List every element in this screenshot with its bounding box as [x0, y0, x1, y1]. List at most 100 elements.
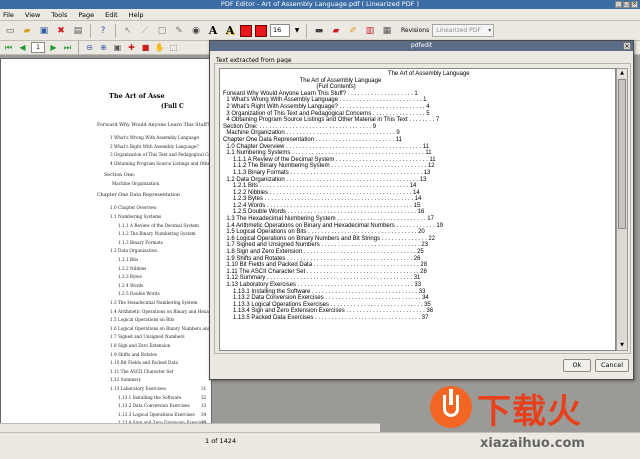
text-line: The Art of Assembly Language	[223, 77, 382, 84]
text-line: Section One: . . . . . . . . . . . . . .…	[223, 123, 377, 130]
vertical-scrollbar[interactable]: ▲ ▼	[616, 68, 628, 351]
open-folder-icon[interactable]: ▰	[20, 24, 34, 38]
text-line: 1.13.3 Logical Operations Exercises . . …	[223, 301, 431, 308]
pen-tool-icon[interactable]: ✎	[172, 24, 186, 38]
delete-page-icon[interactable]: ■	[140, 42, 151, 53]
page-subtitle: (Full C	[161, 103, 184, 110]
zoom-out-icon[interactable]: ⊖	[84, 42, 95, 53]
cancel-button[interactable]: Cancel	[595, 359, 629, 372]
font-size-dropdown-icon[interactable]: ▼	[293, 24, 301, 37]
text-line: 1.1.3 Binary Formats . . . . . . . . . .…	[223, 169, 431, 176]
print-icon[interactable]: ▤	[71, 24, 85, 38]
font-style-icon[interactable]: A	[223, 24, 237, 38]
toc-page-number: 32	[201, 394, 207, 400]
text-line: Chapter One Data Representation . . . . …	[223, 136, 402, 143]
dialog-title-bar: pdfedit ×	[210, 41, 633, 51]
toc-line: 1.4 Arithmetic Operations on Binary and …	[110, 308, 212, 314]
toc-line: 1.13.3 Logical Operations Exercises	[118, 411, 195, 417]
toc-line: 1.1 Numbering Systems	[110, 214, 162, 219]
font-size-field[interactable]: 16	[270, 24, 290, 37]
line-tool-icon[interactable]: ⟋	[138, 24, 152, 38]
extracted-text-area[interactable]: The Art of Assembly Language The Art of …	[219, 68, 616, 351]
text-line: 1.5 Logical Operations on Bits . . . . .…	[223, 229, 425, 236]
menu-page[interactable]: Page	[78, 11, 94, 19]
watermark-domain: xiazaihuo.com	[480, 436, 585, 451]
text-frame: The Art of Assembly Language The Art of …	[214, 63, 631, 354]
rectangle-tool-icon[interactable]: ▢	[155, 24, 169, 38]
toc-line: 1.1.1 A Review of the Decimal System	[118, 222, 199, 228]
revisions-select[interactable]: Linearized PDF ▾	[432, 24, 495, 37]
attachment-icon[interactable]: ▦	[380, 24, 394, 38]
scroll-thumb[interactable]	[618, 79, 626, 229]
scroll-down-icon[interactable]: ▼	[617, 341, 627, 350]
fit-page-icon[interactable]: ▣	[112, 42, 123, 53]
last-page-icon[interactable]: ⏭	[62, 42, 73, 53]
minimize-button[interactable]: _	[615, 1, 622, 8]
select-tool-icon[interactable]: ⬚	[168, 42, 179, 53]
text-line: 1.2.5 Double Words . . . . . . . . . . .…	[223, 209, 425, 216]
maximize-button[interactable]: □	[623, 1, 630, 8]
next-page-icon[interactable]: ▶	[48, 42, 59, 53]
scroll-up-icon[interactable]: ▲	[617, 69, 627, 78]
toc-line: 1.10 Bit Fields and Packed Data	[110, 360, 179, 366]
font-color-icon[interactable]: A	[206, 24, 220, 38]
text-line: 1.9 Shifts and Rotates . . . . . . . . .…	[223, 255, 421, 262]
text-line: 1.10 Bit Fields and Packed Data . . . . …	[223, 262, 428, 269]
help-icon[interactable]: ?	[96, 24, 110, 38]
toc-line: 1.13.1 Installing the Software	[118, 394, 182, 400]
toc-line: 1.7 Signed and Unsigned Numbers	[110, 334, 185, 340]
toc-line: 1.3 The Hexadecimal Numbering System	[110, 300, 198, 305]
menu-tools[interactable]: Tools	[51, 11, 67, 19]
barcode-icon[interactable]: ▥	[363, 24, 377, 38]
toc-line: Forward Why Would Anyone Learn This Stuf…	[97, 123, 210, 128]
text-line: 1.2.2 Nibbles . . . . . . . . . . . . . …	[223, 189, 420, 196]
text-line: 1.6 Logical Operations on Binary Numbers…	[223, 235, 436, 242]
watermark: 下载火 xiazaihuo.com	[380, 378, 640, 459]
text-line: Machine Organization . . . . . . . . . .…	[223, 130, 400, 137]
highlight-icon[interactable]: ✐	[346, 24, 360, 38]
menu-help[interactable]: Help	[129, 11, 144, 19]
save-icon[interactable]: ▣	[37, 24, 51, 38]
stamp-icon[interactable]: ▰	[329, 24, 343, 38]
zoom-in-icon[interactable]: ⊕	[98, 42, 109, 53]
first-page-icon[interactable]: ⏮	[3, 42, 14, 53]
pdf-page: The Art of Asse (Full C Forward Why Woul…	[0, 58, 212, 432]
toc-line: 1.13 Laboratory Exercises	[110, 386, 166, 391]
text-line: 1.3 The Hexadecimal Numbering System . .…	[223, 216, 434, 223]
hand-tool-icon[interactable]: ✋	[154, 42, 165, 53]
text-extract-dialog: pdfedit × Text extracted from page The A…	[209, 40, 634, 380]
text-line: 1.13 Laboratory Exercises . . . . . . . …	[223, 282, 422, 288]
add-page-icon[interactable]: ✚	[126, 42, 137, 53]
toc-line: 1.13.2 Data Conversion Exercises	[118, 403, 190, 409]
text-line: Forward Why Would Anyone Learn This Stuf…	[223, 90, 418, 97]
page-number-input[interactable]: 1	[31, 42, 45, 53]
pointer-tool-icon[interactable]: ↖	[121, 24, 135, 38]
menu-file[interactable]: File	[3, 11, 14, 19]
toc-line: Machine Organization	[112, 181, 160, 187]
main-toolbar: ▭ ▰ ▣ ✖ ▤ ? ↖ ⟋ ▢ ✎ ◉ A A 16 ▼ ▬ ▰ ✐ ▥ ▦…	[0, 21, 640, 41]
text-line: 1.1.1 A Review of the Decimal System . .…	[223, 156, 436, 163]
menu-edit[interactable]: Edit	[105, 11, 118, 19]
text-line: 1.1.2 The Binary Numbering System . . . …	[223, 163, 435, 170]
new-file-icon[interactable]: ▭	[3, 24, 17, 38]
window-title: PDF Editor - Art of Assembly Language.pd…	[220, 0, 420, 8]
menu-view[interactable]: View	[25, 11, 40, 19]
toc-line: 4 Obtaining Program Source Listings and …	[110, 160, 212, 166]
toc-line: 1.1.2 The Binary Numbering System	[118, 231, 196, 237]
ok-button[interactable]: Ok	[563, 359, 591, 372]
dialog-close-icon[interactable]: ×	[623, 42, 631, 50]
close-doc-icon[interactable]: ✖	[54, 24, 68, 38]
image-tool-icon[interactable]: ◉	[189, 24, 203, 38]
horizontal-scrollbar[interactable]	[0, 423, 380, 432]
close-window-button[interactable]: ×	[631, 1, 638, 8]
fill-color-swatch[interactable]	[240, 24, 252, 37]
toc-line: Section One:	[104, 172, 136, 178]
prev-page-icon[interactable]: ◀	[17, 42, 28, 53]
text-line: 1.7 Signed and Unsigned Numbers . . . . …	[223, 242, 429, 249]
toc-line: 1.8 Sign and Zero Extension	[110, 343, 171, 348]
toc-line: 1 What's Wrong With Assembly Language	[110, 135, 199, 140]
comment-icon[interactable]: ▬	[312, 24, 326, 38]
stroke-color-swatch[interactable]	[255, 24, 267, 37]
text-line: The Art of Assembly Language	[223, 71, 470, 77]
text-line: 2 What's Right With Assembly Language? .…	[223, 103, 430, 110]
